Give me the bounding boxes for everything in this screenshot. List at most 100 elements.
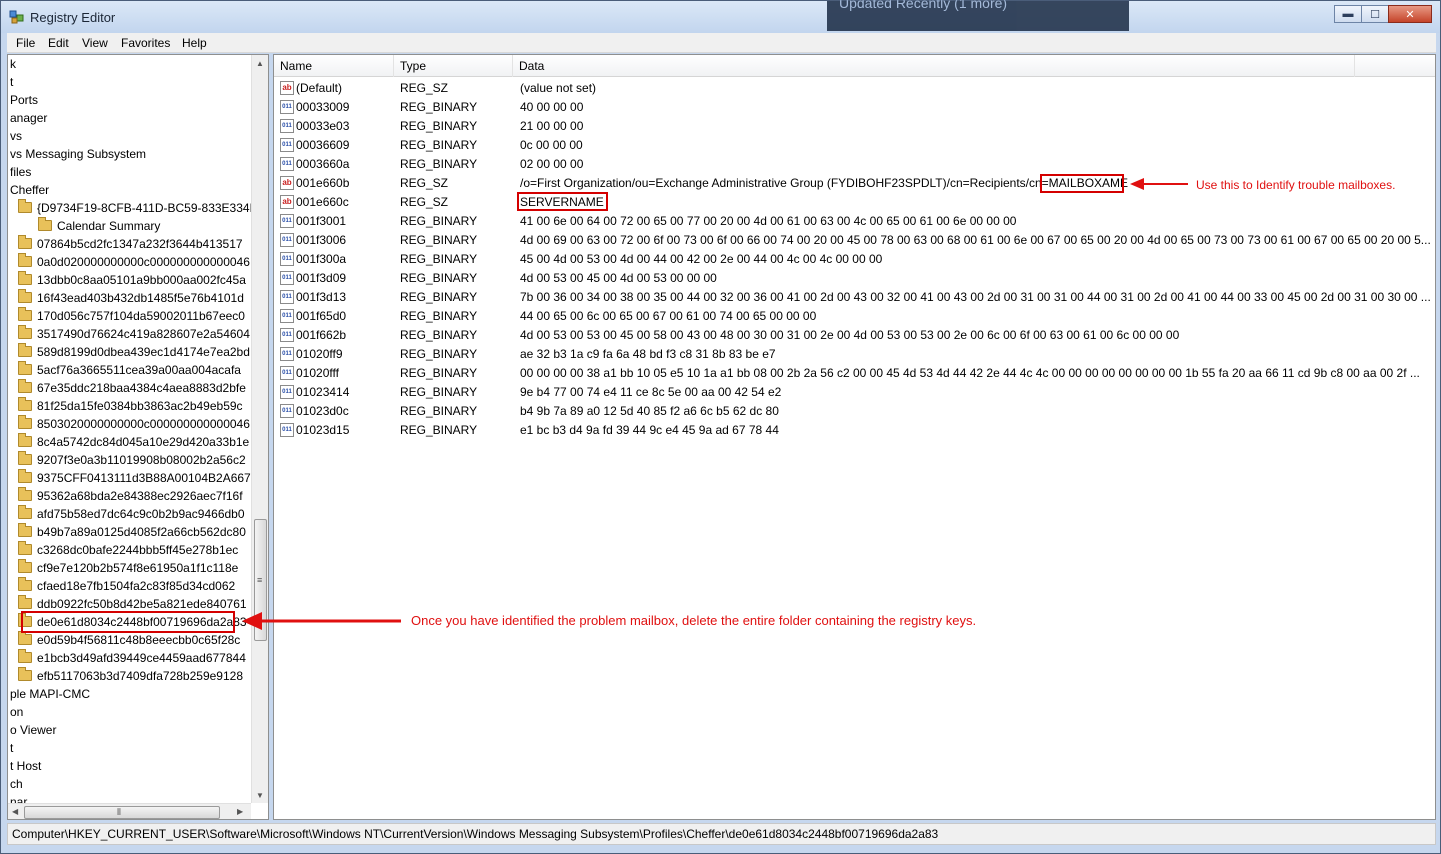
tree-horizontal-scrollbar[interactable]: ◀ ⦀ ▶ xyxy=(8,803,251,819)
folder-icon xyxy=(18,631,32,645)
value-name: 01020fff xyxy=(296,366,339,380)
status-bar: Computer\HKEY_CURRENT_USER\Software\Micr… xyxy=(7,823,1436,845)
value-row[interactable]: 011 01023414 REG_BINARY 9e b4 77 00 74 e4 1… xyxy=(274,383,1435,402)
folder-icon xyxy=(18,253,32,267)
value-name: 001f3d09 xyxy=(296,271,347,285)
folder-icon xyxy=(18,397,32,411)
tree-vertical-scroll-thumb[interactable]: ≡ xyxy=(254,519,267,641)
tree-item-label: on xyxy=(10,705,24,719)
minimize-button[interactable]: ▬ xyxy=(1334,5,1362,23)
value-icon: ab xyxy=(280,195,294,209)
column-data-header[interactable]: Data xyxy=(513,55,1355,77)
folder-icon xyxy=(18,361,32,375)
folder-icon xyxy=(18,343,32,357)
value-data: 7b 00 36 00 34 00 38 00 35 00 44 00 32 0… xyxy=(520,290,1431,304)
value-name: 001f662b xyxy=(296,328,347,342)
registry-editor-window: Registry Editor Updated Recently (1 more… xyxy=(0,0,1441,854)
tree-item-label: b49b7a89a0125d4085f2a66cb562dc80 xyxy=(37,525,246,539)
maximize-button[interactable]: ☐ xyxy=(1361,5,1389,23)
menu-favorites[interactable]: Favorites xyxy=(121,36,170,50)
tree-horizontal-scroll-thumb[interactable]: ⦀ xyxy=(24,806,220,819)
value-type: REG_BINARY xyxy=(400,157,478,171)
menu-file[interactable]: File xyxy=(16,36,35,50)
value-icon: ab xyxy=(280,81,294,95)
value-name: 00033e03 xyxy=(296,119,350,133)
tree-item-label: anager xyxy=(10,111,48,125)
background-window-strip: Updated Recently (1 more) xyxy=(827,0,1129,31)
tree-item-label: Cheffer xyxy=(10,183,50,197)
servername-highlight xyxy=(517,192,608,211)
scroll-right-icon[interactable]: ▶ xyxy=(237,807,243,816)
scroll-up-icon[interactable]: ▲ xyxy=(256,59,264,68)
value-row[interactable]: 011 01023d0c REG_BINARY b4 9b 7a 89 a0 12 5… xyxy=(274,402,1435,421)
value-type: REG_SZ xyxy=(400,81,449,95)
tree-item-label: cf9e7e120b2b574f8e61950a1f1c118e xyxy=(37,561,239,575)
tree-item-label: t xyxy=(10,741,14,755)
menu-edit[interactable]: Edit xyxy=(48,36,69,50)
window-title: Registry Editor xyxy=(30,10,116,25)
tree-item-label: ch xyxy=(10,777,23,791)
column-name-header[interactable]: Name xyxy=(274,55,394,77)
value-row[interactable]: 011 00033e03 REG_BINARY 21 00 00 00 xyxy=(274,117,1435,136)
value-row[interactable]: 011 0003660a REG_BINARY 02 00 00 00 xyxy=(274,155,1435,174)
value-row[interactable]: 011 001f3d13 REG_BINARY 7b 00 36 00 34 00 3… xyxy=(274,288,1435,307)
scroll-left-icon[interactable]: ◀ xyxy=(12,807,18,816)
value-icon: 011 xyxy=(280,138,294,152)
folder-icon xyxy=(18,541,32,555)
value-data: 45 00 4d 00 53 00 4d 00 44 00 42 00 2e 0… xyxy=(520,252,883,266)
value-type: REG_BINARY xyxy=(400,385,478,399)
value-row[interactable]: 011 01020ff9 REG_BINARY ae 32 b3 1a c9 fa 6… xyxy=(274,345,1435,364)
value-row[interactable]: 011 001f3001 REG_BINARY 41 00 6e 00 64 00 7… xyxy=(274,212,1435,231)
window-controls: ▬ ☐ ✕ xyxy=(1334,5,1432,23)
value-row[interactable]: ab (Default) REG_SZ (value not set) xyxy=(274,79,1435,98)
value-data: 9e b4 77 00 74 e4 11 ce 8c 5e 00 aa 00 4… xyxy=(520,385,782,399)
tree-item-label: t xyxy=(10,75,14,89)
value-icon: 011 xyxy=(280,290,294,304)
value-type: REG_BINARY xyxy=(400,271,478,285)
key-tree-pane[interactable]: k t Ports anager vs vs Messaging Subsystem fil… xyxy=(7,54,269,820)
value-row[interactable]: 011 001f3006 REG_BINARY 4d 00 69 00 63 00 7… xyxy=(274,231,1435,250)
value-icon: 011 xyxy=(280,214,294,228)
folder-icon xyxy=(38,217,52,231)
value-type: REG_BINARY xyxy=(400,214,478,228)
tree-item-label: afd75b58ed7dc64c9c0b2b9ac9466db0 xyxy=(37,507,245,521)
value-row[interactable]: 011 00033009 REG_BINARY 40 00 00 00 xyxy=(274,98,1435,117)
folder-icon xyxy=(18,649,32,663)
title-bar[interactable]: Registry Editor Updated Recently (1 more… xyxy=(1,0,1440,33)
menu-view[interactable]: View xyxy=(82,36,108,50)
tree-item-label: 67e35ddc218baa4384c4aea8883d2bfe xyxy=(37,381,246,395)
selected-folder-highlight xyxy=(21,611,235,633)
value-row[interactable]: 011 01023d15 REG_BINARY e1 bc b3 d4 9a fd 3… xyxy=(274,421,1435,440)
value-row[interactable]: ab 001e660c REG_SZ SERVERNAME xyxy=(274,193,1435,212)
registry-editor-icon xyxy=(9,10,24,24)
value-type: REG_BINARY xyxy=(400,119,478,133)
value-row[interactable]: 011 00036609 REG_BINARY 0c 00 00 00 xyxy=(274,136,1435,155)
value-row[interactable]: 011 001f3d09 REG_BINARY 4d 00 53 00 45 00 4… xyxy=(274,269,1435,288)
folder-icon xyxy=(18,433,32,447)
value-name: 001f3001 xyxy=(296,214,347,228)
folder-icon xyxy=(18,289,32,303)
close-button[interactable]: ✕ xyxy=(1388,5,1432,23)
value-data: 0c 00 00 00 xyxy=(520,138,583,152)
column-type-header[interactable]: Type xyxy=(394,55,513,77)
value-data: 40 00 00 00 xyxy=(520,100,584,114)
folder-icon xyxy=(18,487,32,501)
value-row[interactable]: 011 001f300a REG_BINARY 45 00 4d 00 53 00 4… xyxy=(274,250,1435,269)
value-data: 02 00 00 00 xyxy=(520,157,584,171)
folder-icon xyxy=(18,307,32,321)
value-name: (Default) xyxy=(296,81,343,95)
value-type: REG_BINARY xyxy=(400,233,478,247)
folder-annotation: Once you have identified the problem mai… xyxy=(411,613,977,628)
values-list-pane[interactable]: Name Type Data ab (Default) REG_SZ (value n… xyxy=(273,54,1436,820)
value-row[interactable]: 011 001f65d0 REG_BINARY 44 00 65 00 6c 00 6… xyxy=(274,307,1435,326)
tree-item-label: 8503020000000000c000000000000046 xyxy=(37,417,250,431)
scroll-down-icon[interactable]: ▼ xyxy=(256,791,264,800)
menu-help[interactable]: Help xyxy=(182,36,207,50)
value-row[interactable]: 011 001f662b REG_BINARY 4d 00 53 00 53 00 4… xyxy=(274,326,1435,345)
tree-item-label: vs Messaging Subsystem xyxy=(10,147,147,161)
minimize-icon: ▬ xyxy=(1342,8,1354,20)
value-name: 001e660c xyxy=(296,195,349,209)
value-row[interactable]: 011 01020fff REG_BINARY 00 00 00 00 38 a1 b… xyxy=(274,364,1435,383)
tree-item-label: k xyxy=(10,57,16,71)
tree-vertical-scrollbar[interactable]: ▲ ≡ ▼ xyxy=(251,55,268,803)
